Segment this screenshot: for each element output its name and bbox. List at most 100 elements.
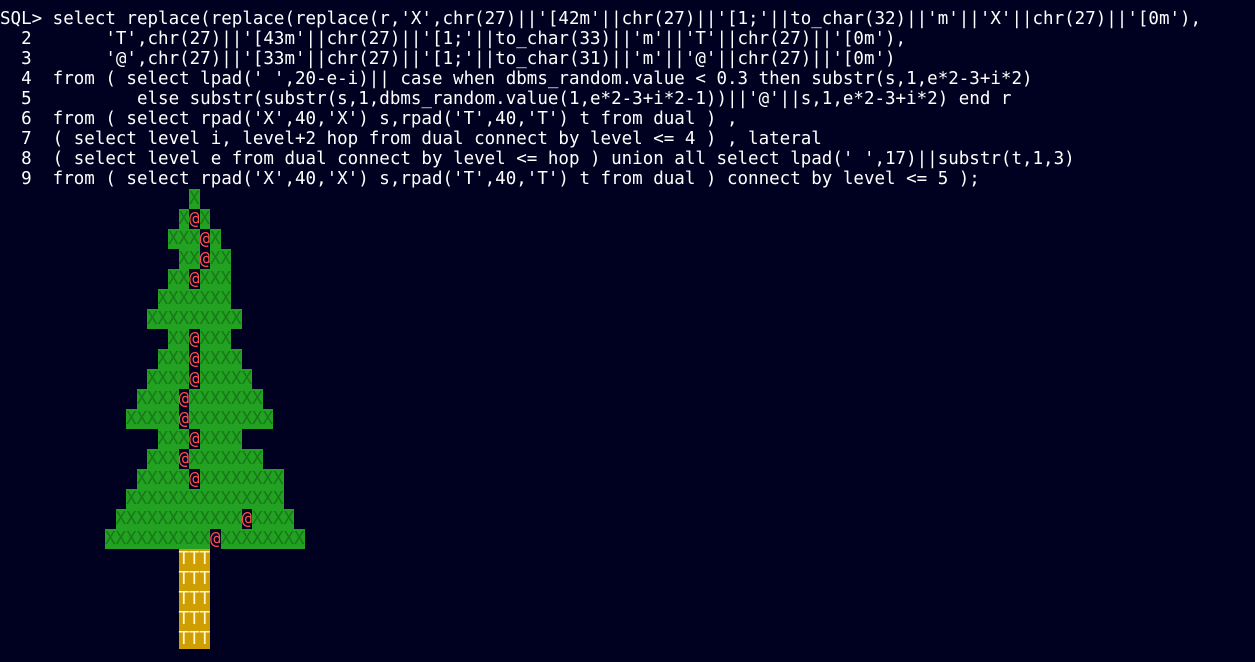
output-row: X@X: [0, 209, 305, 229]
padding: [0, 409, 126, 429]
ornament: @: [199, 229, 211, 249]
padding: [0, 449, 147, 469]
output-row: XX@XXX: [0, 329, 305, 349]
tree-needles: XXX: [168, 229, 200, 249]
tree-needles: XXXXX: [126, 409, 179, 429]
output-row: XXXX@XXXXXXX: [0, 389, 305, 409]
tree-needles: XXXXXXXXXX: [105, 529, 211, 549]
padding: [0, 229, 168, 249]
output-row: XXX@XXXX: [0, 349, 305, 369]
sql-continuation-line: 3 '@',chr(27)||'[33m'||chr(27)||'[1;'||t…: [0, 49, 896, 69]
tree-needles: XXXXXXX: [189, 449, 263, 469]
tree-needles: XXXXX: [136, 469, 190, 489]
ornament: @: [210, 529, 221, 549]
tree-needles: XXXX: [147, 369, 190, 389]
padding: [0, 349, 158, 369]
output-row: XXXX@XXXXX: [0, 369, 305, 389]
padding: [0, 189, 189, 209]
padding: [0, 629, 179, 649]
ornament: @: [178, 389, 190, 409]
tree-needles: XXX: [157, 429, 190, 449]
tree-needles: XXX: [147, 449, 179, 469]
tree-needles: XXXXXXX: [189, 389, 263, 409]
tree-trunk: TTT: [178, 589, 211, 609]
ornament: @: [189, 429, 200, 449]
padding: [0, 469, 137, 489]
ornament: @: [189, 329, 200, 349]
output-row: XXXXXXXXXXXXXXX: [0, 489, 305, 509]
padding: [0, 389, 137, 409]
tree-needles: XX: [210, 249, 232, 269]
output-row: XXX@XXXX: [0, 429, 305, 449]
ornament: @: [178, 449, 190, 469]
tree-needles: XXXXXXXXXXXXXXX: [126, 489, 284, 509]
sql-continuation-line: 2 'T',chr(27)||'[43m'||chr(27)||'[1;'||t…: [0, 29, 907, 49]
tree-trunk: TTT: [178, 549, 211, 569]
tree-needles: X: [178, 209, 190, 229]
padding: [0, 589, 179, 609]
output-row: X: [0, 189, 305, 209]
padding: [0, 549, 179, 569]
output-row: XXXXX@XXXXXXXX: [0, 409, 305, 429]
tree-trunk: TTT: [178, 609, 211, 629]
output-row: XXXXXXX: [0, 289, 305, 309]
sql-continuation-line: 4 from ( select lpad(' ',20-e-i)|| case …: [0, 69, 1033, 89]
tree-needles: XXXXX: [199, 369, 253, 389]
tree-needles: XXXX: [199, 349, 242, 369]
sql-continuation-line: 5 else substr(substr(s,1,dbms_random.val…: [0, 89, 1012, 109]
ornament: @: [199, 249, 211, 269]
output-row: XXXXXXXXXXXX@XXXX: [0, 509, 305, 529]
sql-continuation-line: 7 ( select level i, level+2 hop from dua…: [0, 129, 822, 149]
output-row: XX@XXX: [0, 269, 305, 289]
tree-needles: XXX: [199, 269, 232, 289]
tree-needles: XXX: [199, 329, 232, 349]
tree-needles: XXXXXXX: [157, 289, 232, 309]
padding: [0, 269, 168, 289]
tree-needles: XXXXXXXXX: [147, 309, 242, 329]
output-row: TTT: [0, 549, 305, 569]
padding: [0, 489, 126, 509]
terminal-window[interactable]: SQL> select replace(replace(replace(r,'X…: [0, 0, 1255, 662]
output-row: XXX@X: [0, 229, 305, 249]
padding: [0, 329, 168, 349]
padding: [0, 369, 147, 389]
tree-needles: XX: [168, 329, 190, 349]
padding: [0, 529, 105, 549]
ornament: @: [189, 269, 200, 289]
padding: [0, 249, 179, 269]
padding: [0, 509, 116, 529]
tree-needles: XXX: [157, 349, 190, 369]
output-row: XXX@XXXXXXX: [0, 449, 305, 469]
padding: [0, 609, 179, 629]
tree-needles: XXXXXXXX: [199, 469, 284, 489]
tree-needles: X: [189, 189, 200, 209]
sql-continuation-line: 8 ( select level e from dual connect by …: [0, 149, 1075, 169]
ornament: @: [178, 409, 190, 429]
ornament: @: [189, 349, 200, 369]
padding: [0, 309, 147, 329]
tree-needles: XXXX: [252, 509, 295, 529]
output-row: TTT: [0, 629, 305, 649]
output-row: XX@XX: [0, 249, 305, 269]
sql-continuation-line: 6 from ( select rpad('X',40,'X') s,rpad(…: [0, 109, 738, 129]
tree-trunk: TTT: [178, 569, 211, 589]
tree-needles: X: [199, 209, 211, 229]
ornament: @: [189, 209, 200, 229]
ornament: @: [241, 509, 253, 529]
tree-needles: XXXX: [136, 389, 179, 409]
sql-prompt-line: SQL> select replace(replace(replace(r,'X…: [0, 9, 1202, 29]
tree-needles: X: [210, 229, 221, 249]
tree-trunk: TTT: [178, 629, 211, 649]
output-row: TTT: [0, 609, 305, 629]
ornament: @: [189, 369, 200, 389]
query-output-tree: X X@X XXX@X XX@XX XX@XXX XXXXXXX XXXXXXX…: [0, 189, 305, 649]
tree-needles: XXXXXXXX: [220, 529, 305, 549]
tree-needles: XXXXXXXX: [189, 409, 274, 429]
sql-continuation-line: 9 from ( select rpad('X',40,'X') s,rpad(…: [0, 169, 980, 189]
tree-needles: XXXX: [199, 429, 242, 449]
tree-needles: XX: [168, 269, 190, 289]
tree-needles: XX: [178, 249, 200, 269]
tree-needles: XXXXXXXXXXXX: [115, 509, 242, 529]
padding: [0, 289, 158, 309]
output-row: TTT: [0, 569, 305, 589]
